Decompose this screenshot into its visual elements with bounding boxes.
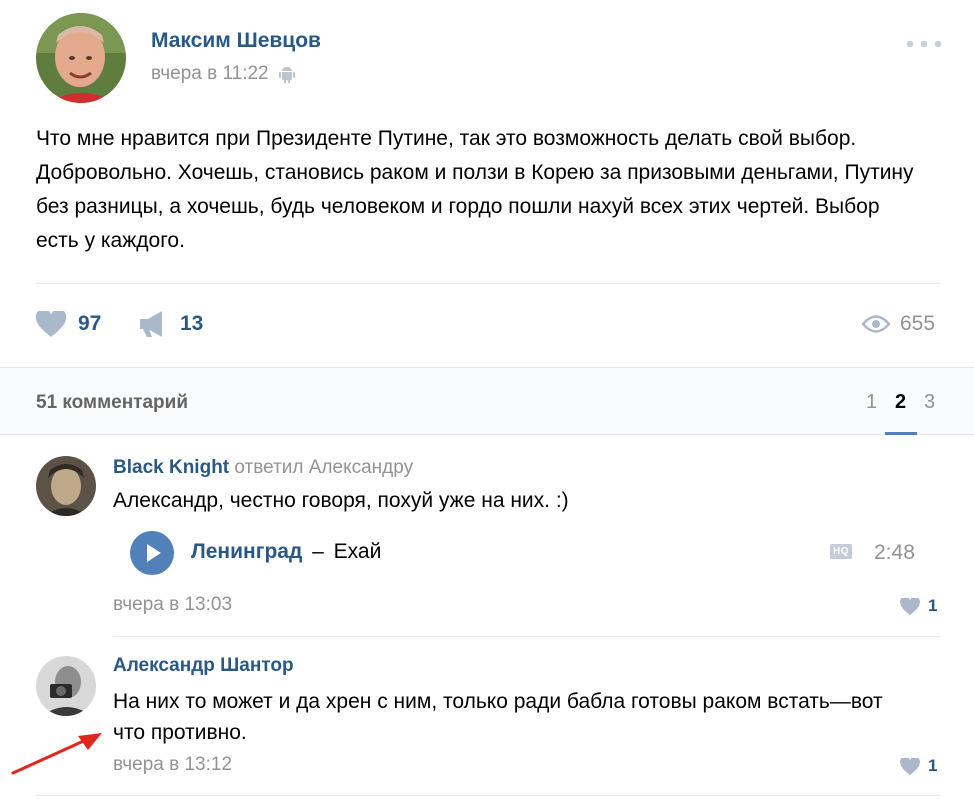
post-time-text[interactable]: вчера в 11:22 (151, 63, 269, 85)
post-author-name[interactable]: Максим Шевцов (151, 29, 321, 53)
comment-1-reply-to[interactable]: ответил Александру (234, 457, 413, 478)
megaphone-icon (140, 311, 168, 337)
like-button[interactable]: 97 (36, 311, 101, 337)
heart-icon (900, 757, 920, 775)
heart-icon (36, 311, 66, 337)
comment-1-author[interactable]: Black Knight (113, 457, 229, 478)
audio-duration: 2:48 (874, 541, 915, 564)
comment-1-like-button[interactable]: 1 (900, 596, 937, 616)
comment-1-header: Black Knight ответил Александру (113, 457, 413, 479)
eye-icon (862, 315, 890, 333)
post-text: Что мне нравится при Президенте Путине, … (36, 127, 914, 252)
post-author-avatar[interactable] (36, 13, 126, 103)
comment-divider (113, 636, 940, 637)
audio-separator: – (312, 540, 324, 563)
audio-attachment[interactable]: Ленинград – Ехай HQ 2:48 (130, 531, 920, 575)
comment-2-like-count: 1 (928, 756, 938, 775)
comment-2-like-button[interactable]: 1 (900, 756, 937, 776)
comments-header: 51 комментарий 1 2 3 (0, 367, 974, 435)
comment-1-time[interactable]: вчера в 13:03 (113, 594, 232, 616)
post-time[interactable]: вчера в 11:22 (151, 63, 295, 85)
share-button[interactable]: 13 (140, 311, 203, 337)
comment-2-author[interactable]: Александр Шантор (113, 655, 294, 677)
heart-icon (900, 597, 920, 615)
post-divider (36, 283, 940, 284)
comment-1-like-count: 1 (928, 596, 938, 615)
comment-avatar-aleksandr-shantor[interactable] (36, 656, 96, 716)
red-arrow-annotation-icon (10, 730, 106, 776)
comment-avatar-black-knight[interactable] (36, 456, 96, 516)
comment-divider-bottom (36, 795, 940, 796)
comment-2-time[interactable]: вчера в 13:12 (113, 754, 232, 776)
page-link-1[interactable]: 1 (866, 391, 877, 414)
comments-count: 51 комментарий (36, 392, 189, 413)
views-count: 655 (900, 312, 936, 335)
hq-badge: HQ (830, 544, 852, 559)
comment-1-text: Александр, честно говоря, похуй уже на н… (113, 489, 569, 512)
share-count: 13 (180, 312, 204, 335)
page-link-2-active[interactable]: 2 (895, 391, 906, 414)
audio-artist[interactable]: Ленинград (191, 540, 302, 563)
like-count: 97 (78, 312, 102, 335)
active-page-underline (885, 432, 917, 435)
more-options-icon[interactable] (906, 40, 942, 48)
android-icon (278, 65, 295, 83)
comment-2-text: На них то может и да хрен с ним, только … (113, 690, 883, 744)
page-link-3[interactable]: 3 (924, 391, 935, 414)
audio-title: Ехай (333, 540, 382, 563)
audio-title-line: Ленинград – Ехай (191, 540, 381, 564)
play-icon[interactable] (130, 531, 174, 575)
views-counter: 655 (862, 312, 935, 336)
